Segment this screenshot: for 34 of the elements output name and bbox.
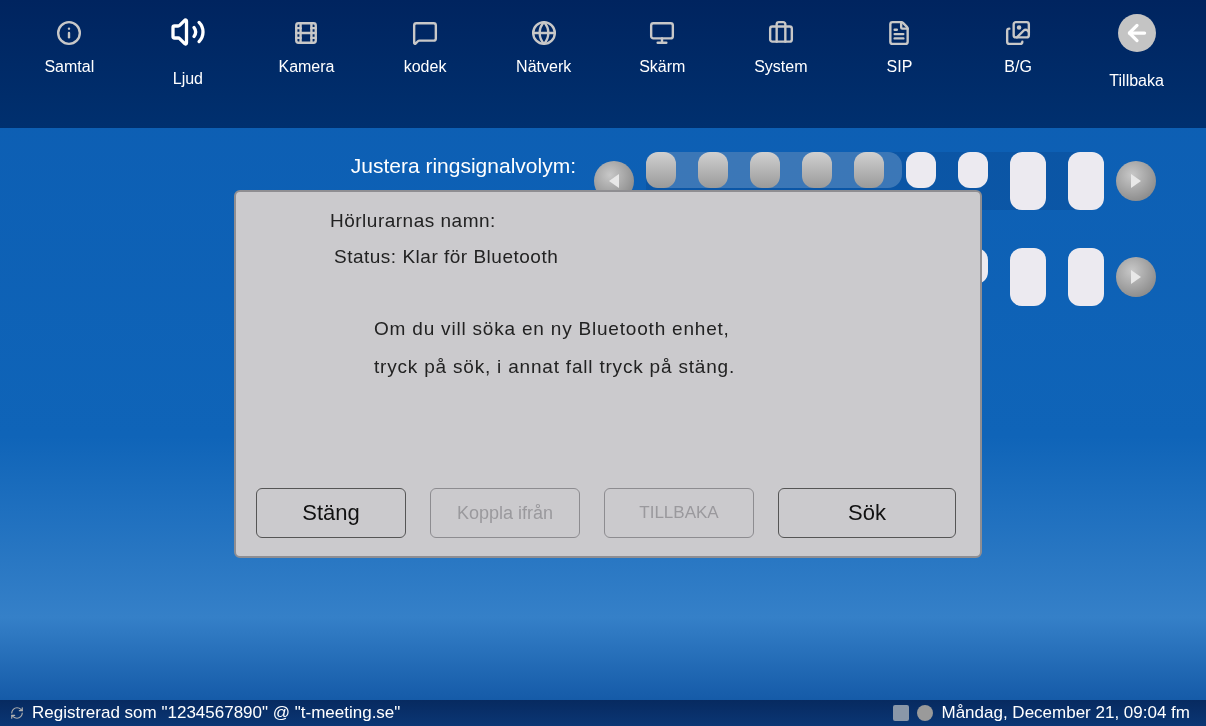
image-icon <box>893 705 910 721</box>
volume-segment <box>1010 248 1046 306</box>
nav-tab[interactable]: Samtal <box>10 0 129 76</box>
registration-text: Registrerad som "1234567890" @ "t-meeting.se" <box>32 703 401 723</box>
triangle-right-icon <box>1131 174 1141 188</box>
increase-button[interactable] <box>1116 257 1156 297</box>
nav-tab[interactable]: System <box>721 0 841 76</box>
briefcase-icon <box>767 20 794 46</box>
setting-label: Justera ringsignalvolym: <box>350 154 576 178</box>
nav-tab[interactable]: Kamera <box>247 0 366 76</box>
nav-tab[interactable]: Ljud <box>128 0 248 88</box>
status-text: Status: Klar för Bluetooth <box>334 246 560 268</box>
film-icon <box>293 20 320 46</box>
nav-tab[interactable]: kodek <box>365 0 485 76</box>
increase-button[interactable] <box>1116 161 1156 201</box>
nav-tab[interactable]: B/G <box>958 0 1078 76</box>
refresh-icon <box>10 706 24 720</box>
chat-bubble-icon <box>412 20 439 46</box>
info-icon <box>56 20 83 46</box>
volume-segment <box>1068 248 1104 306</box>
nav-tab[interactable]: Nätverk <box>484 0 603 76</box>
images-icon <box>1005 20 1032 46</box>
back-button[interactable]: Tillbaka <box>1077 0 1196 90</box>
dialog-button[interactable]: Stäng <box>256 488 406 538</box>
screen-icon <box>649 20 676 46</box>
triangle-right-icon <box>1131 270 1141 284</box>
dialog-message: Om du vill söka en ny Bluetooth enhet, <box>374 318 731 340</box>
date-time: Måndag, December 21, 09:04 fm <box>941 703 1190 723</box>
triangle-left-icon <box>609 174 619 188</box>
nav-tab[interactable]: Skärm <box>602 0 722 76</box>
headset-name-label: Hörlurarnas namn: <box>330 210 497 232</box>
dialog-message: tryck på sök, i annat fall tryck på stäng. <box>374 356 736 378</box>
dialog-button[interactable]: Sök <box>778 488 956 538</box>
nav-tab[interactable]: SIP <box>840 0 959 76</box>
